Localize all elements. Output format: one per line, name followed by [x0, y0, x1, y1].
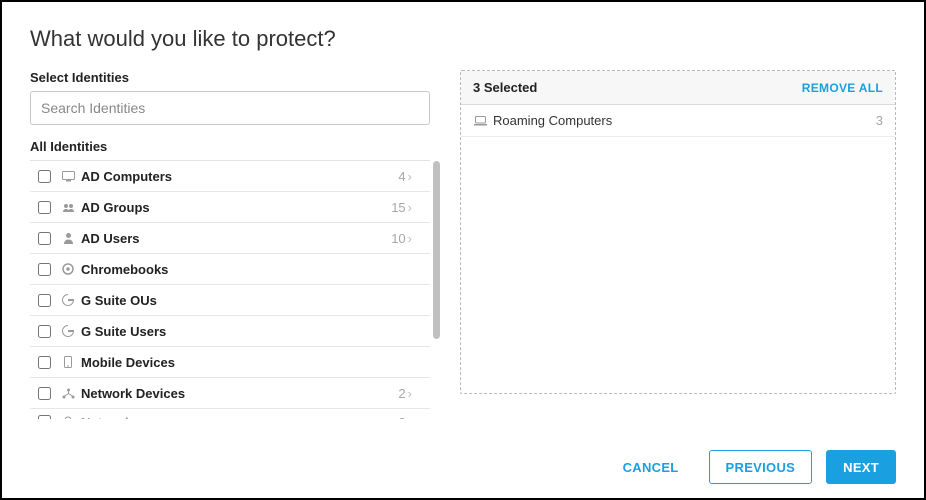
list-item[interactable]: G Suite Users	[30, 316, 430, 347]
network-icon	[61, 388, 75, 399]
row-checkbox[interactable]	[38, 170, 51, 183]
row-label: G Suite Users	[81, 324, 166, 339]
row-label: AD Groups	[81, 200, 150, 215]
columns: Select Identities All Identities AD Comp…	[30, 70, 896, 418]
gsuite-icon	[61, 325, 75, 337]
select-identities-label: Select Identities	[30, 70, 430, 85]
group-icon	[61, 202, 75, 213]
selection-panel: 3 Selected REMOVE ALL Roaming Computers 3	[460, 70, 896, 418]
list-item[interactable]: AD Computers 4›	[30, 161, 430, 192]
list-item[interactable]: Network Devices 2›	[30, 378, 430, 409]
list-item[interactable]: AD Groups 15›	[30, 192, 430, 223]
list-item[interactable]: Networks 2›	[30, 409, 430, 419]
selection-header: 3 Selected REMOVE ALL	[461, 71, 895, 105]
row-count: 2	[398, 415, 405, 419]
row-label: AD Users	[81, 231, 140, 246]
identities-panel: Select Identities All Identities AD Comp…	[30, 70, 430, 418]
row-count: 4	[398, 169, 405, 184]
chevron-right-icon: ›	[408, 200, 412, 215]
row-count: 15	[391, 200, 405, 215]
remove-all-button[interactable]: REMOVE ALL	[802, 81, 883, 95]
selected-list: Roaming Computers 3	[461, 105, 895, 137]
row-label: Network Devices	[81, 386, 185, 401]
row-count: 2	[398, 386, 405, 401]
generic-icon	[61, 415, 75, 419]
laptop-icon	[473, 116, 487, 126]
identity-list-container: AD Computers4›AD Groups15›AD Users10›Chr…	[30, 160, 430, 418]
row-checkbox[interactable]	[38, 232, 51, 245]
gsuite-icon	[61, 294, 75, 306]
gear-icon	[61, 263, 75, 275]
list-item[interactable]: G Suite OUs	[30, 285, 430, 316]
row-checkbox[interactable]	[38, 263, 51, 276]
list-item[interactable]: AD Users 10›	[30, 223, 430, 254]
row-label: G Suite OUs	[81, 293, 157, 308]
search-input[interactable]	[30, 91, 430, 125]
identity-list[interactable]: AD Computers4›AD Groups15›AD Users10›Chr…	[30, 161, 430, 419]
scrollbar-thumb[interactable]	[433, 161, 440, 339]
monitor-icon	[61, 171, 75, 182]
all-identities-label: All Identities	[30, 139, 430, 154]
list-item[interactable]: Chromebooks	[30, 254, 430, 285]
user-icon	[61, 232, 75, 244]
previous-button[interactable]: PREVIOUS	[709, 450, 813, 484]
row-count: 10	[391, 231, 405, 246]
row-checkbox[interactable]	[38, 294, 51, 307]
scrollbar[interactable]	[433, 161, 440, 419]
selected-item[interactable]: Roaming Computers 3	[461, 105, 895, 137]
row-checkbox[interactable]	[38, 387, 51, 400]
mobile-icon	[61, 356, 75, 368]
row-label: AD Computers	[81, 169, 172, 184]
row-checkbox[interactable]	[38, 201, 51, 214]
dialog: What would you like to protect? Select I…	[0, 0, 926, 500]
page-title: What would you like to protect?	[30, 26, 896, 52]
row-label: Networks	[81, 415, 140, 419]
selection-box: 3 Selected REMOVE ALL Roaming Computers 3	[460, 70, 896, 394]
cancel-button[interactable]: CANCEL	[607, 450, 695, 484]
row-checkbox[interactable]	[38, 325, 51, 338]
chevron-right-icon: ›	[408, 415, 412, 419]
row-checkbox[interactable]	[38, 415, 51, 419]
row-label: Chromebooks	[81, 262, 168, 277]
row-label: Mobile Devices	[81, 355, 175, 370]
selected-item-count: 3	[876, 113, 883, 128]
next-button[interactable]: NEXT	[826, 450, 896, 484]
selected-item-label: Roaming Computers	[493, 113, 612, 128]
selected-count-label: 3 Selected	[473, 80, 537, 95]
list-item[interactable]: Mobile Devices	[30, 347, 430, 378]
chevron-right-icon: ›	[408, 169, 412, 184]
chevron-right-icon: ›	[408, 386, 412, 401]
footer: CANCEL PREVIOUS NEXT	[607, 450, 896, 484]
row-checkbox[interactable]	[38, 356, 51, 369]
chevron-right-icon: ›	[408, 231, 412, 246]
